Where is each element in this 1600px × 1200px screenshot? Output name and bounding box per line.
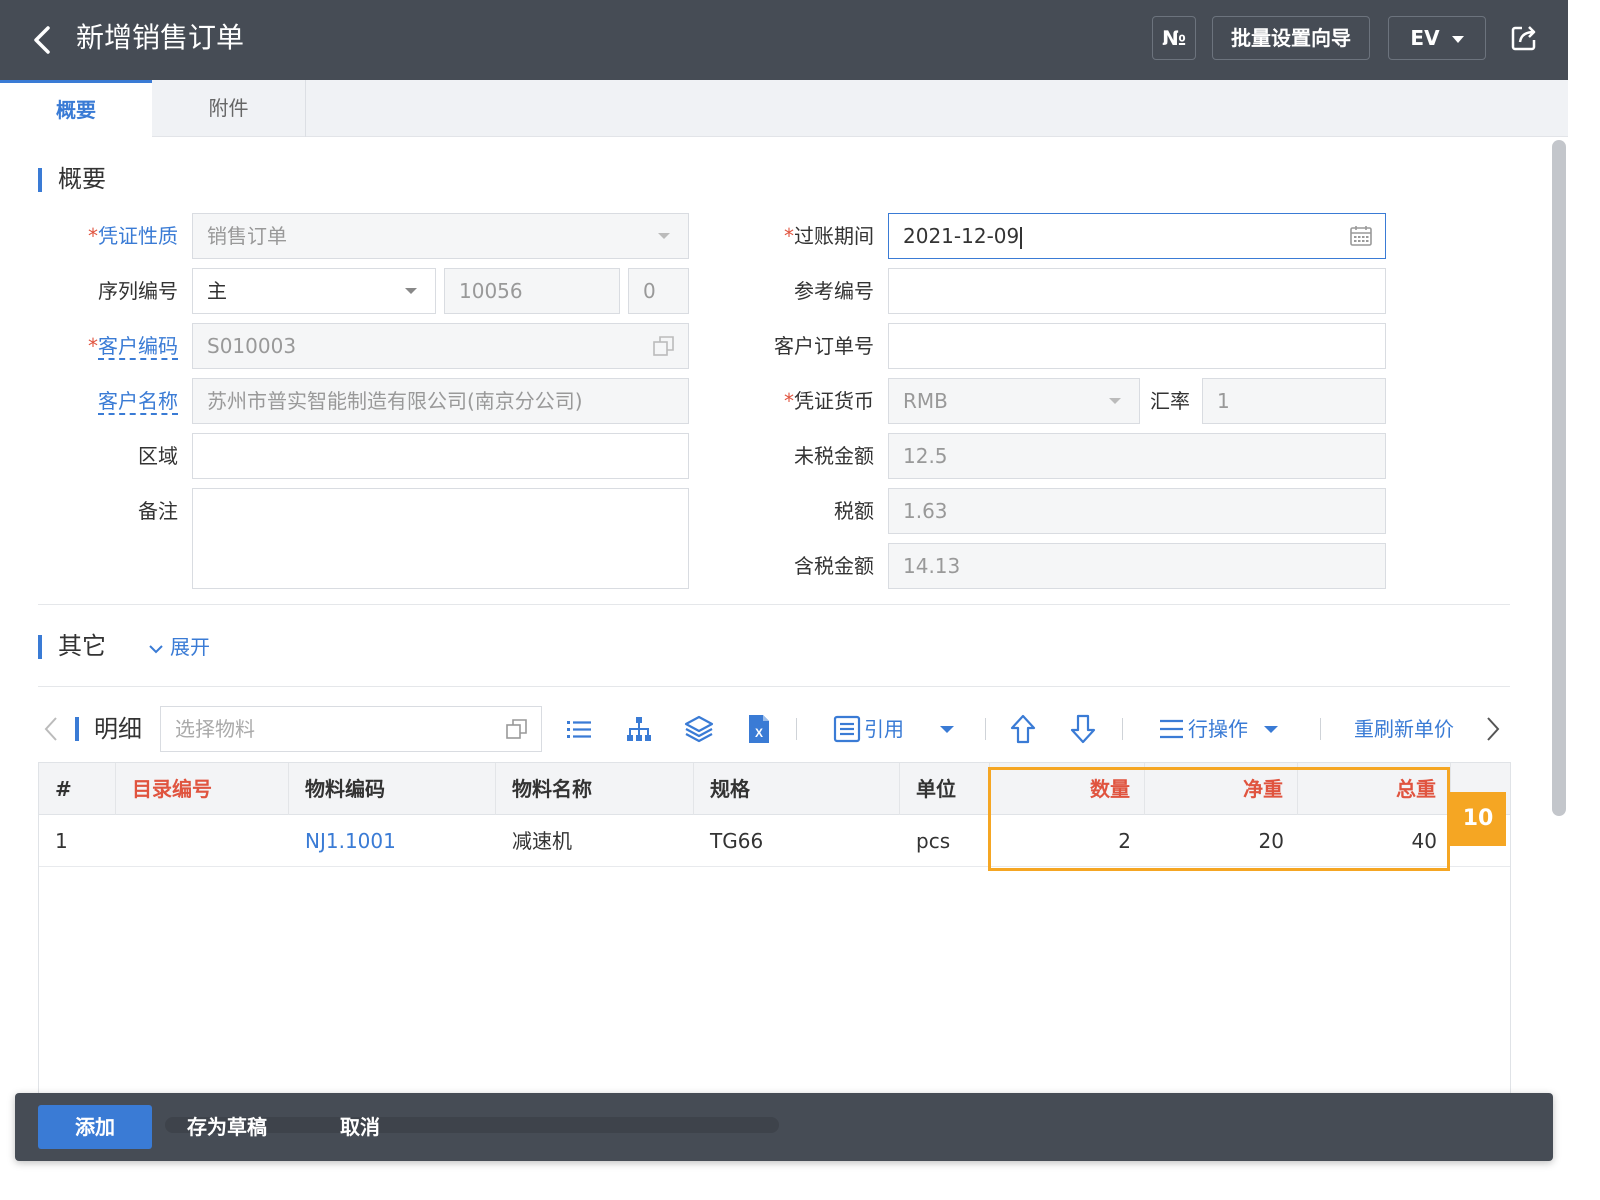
- expand-link[interactable]: 展开: [148, 632, 210, 662]
- chevron-down-icon: [658, 233, 670, 239]
- currency-label: *凭证货币: [784, 389, 874, 413]
- voucher-type-label: *凭证性质: [88, 224, 178, 248]
- save-draft-button[interactable]: 存为草稿: [187, 1105, 267, 1149]
- svg-text:X: X: [755, 726, 763, 740]
- annotation-highlight-box: [988, 767, 1450, 871]
- detail-title: 明细: [94, 715, 142, 743]
- cancel-button[interactable]: 取消: [340, 1105, 380, 1149]
- scroll-left-icon[interactable]: [42, 712, 62, 746]
- reference-doc-icon[interactable]: [830, 712, 864, 746]
- chevron-down-icon: [1109, 398, 1121, 404]
- cell-unit[interactable]: pcs: [916, 815, 950, 867]
- region-label: 区域: [138, 444, 178, 468]
- col-spec[interactable]: 规格: [694, 763, 900, 815]
- text-cursor: [1020, 226, 1022, 249]
- currency-select[interactable]: RMB: [888, 378, 1140, 424]
- other-section-title: 其它: [58, 632, 106, 660]
- reference-button[interactable]: 引用: [864, 712, 904, 746]
- customer-order-no-field[interactable]: [888, 323, 1386, 369]
- toolbar-separator: [1122, 718, 1123, 740]
- select-material-input[interactable]: 选择物料: [160, 706, 542, 752]
- copy-icon[interactable]: [652, 334, 676, 358]
- move-down-icon[interactable]: [1066, 712, 1100, 746]
- batch-setup-wizard-button[interactable]: 批量设置向导: [1212, 16, 1370, 60]
- reference-no-field[interactable]: [888, 268, 1386, 314]
- cell-index: 1: [55, 829, 68, 853]
- chevron-down-icon: [405, 288, 417, 294]
- caret-down-icon: [1451, 36, 1464, 43]
- number-button[interactable]: №: [1152, 16, 1196, 60]
- top-bar: 新增销售订单 № 批量设置向导 EV: [0, 0, 1600, 80]
- scroll-right-icon[interactable]: [1482, 712, 1502, 746]
- col-material-code[interactable]: 物料编码: [289, 763, 496, 815]
- window-edge: [1568, 0, 1600, 1200]
- section-divider: [38, 604, 1510, 605]
- col-material-name[interactable]: 物料名称: [496, 763, 694, 815]
- amount-with-tax-field: 14.13: [888, 543, 1386, 589]
- list-icon[interactable]: [562, 712, 596, 746]
- cell-spec[interactable]: TG66: [710, 815, 763, 867]
- amount-before-tax-field: 12.5: [888, 433, 1386, 479]
- tab-attachments[interactable]: 附件: [152, 80, 306, 137]
- bottom-action-bar: 添加 存为草稿 取消: [15, 1093, 1553, 1161]
- tab-overview[interactable]: 概要: [0, 80, 152, 137]
- hierarchy-icon[interactable]: [622, 712, 656, 746]
- tab-bar: 概要 附件: [0, 80, 1600, 137]
- section-accent-bar: [38, 168, 42, 192]
- overview-section-title: 概要: [58, 165, 106, 193]
- open-external-icon[interactable]: [1508, 22, 1540, 54]
- page-title: 新增销售订单: [76, 21, 245, 54]
- section-divider: [38, 686, 1510, 687]
- back-arrow-icon[interactable]: [28, 22, 58, 58]
- remark-textarea[interactable]: [192, 488, 689, 589]
- scrollbar-thumb[interactable]: [1552, 140, 1566, 816]
- section-accent-bar: [38, 635, 42, 659]
- serial-suffix-field: 0: [628, 268, 689, 314]
- customer-order-no-label: 客户订单号: [774, 334, 874, 358]
- cell-material-name[interactable]: 减速机: [512, 815, 572, 867]
- customer-code-label[interactable]: *客户编码: [60, 323, 178, 369]
- serial-label: 序列编号: [98, 279, 178, 303]
- amount-with-tax-label: 含税金额: [794, 554, 874, 578]
- serial-number-field: 10056: [444, 268, 620, 314]
- voucher-type-select[interactable]: 销售订单: [192, 213, 689, 259]
- posting-period-date-input[interactable]: 2021-12-09: [888, 213, 1386, 259]
- exchange-rate-field: 1: [1202, 378, 1386, 424]
- remark-label: 备注: [138, 499, 178, 523]
- serial-select[interactable]: 主: [192, 268, 436, 314]
- customer-name-label[interactable]: 客户名称: [60, 378, 178, 424]
- toolbar-separator: [796, 718, 797, 740]
- caret-down-icon[interactable]: [930, 712, 964, 746]
- refresh-unit-price-button[interactable]: 重刷新单价: [1354, 712, 1454, 746]
- customer-name-field: 苏州市普实智能制造有限公司(南京分公司): [192, 378, 689, 424]
- row-operations-button[interactable]: 行操作: [1188, 712, 1248, 746]
- section-accent-bar: [75, 717, 79, 741]
- col-unit[interactable]: 单位: [900, 763, 990, 815]
- copy-icon[interactable]: [505, 717, 529, 741]
- toolbar-separator: [985, 718, 986, 740]
- layers-icon[interactable]: [682, 712, 716, 746]
- amount-before-tax-label: 未税金额: [794, 444, 874, 468]
- menu-icon[interactable]: [1155, 712, 1189, 746]
- chevron-down-icon: [149, 644, 163, 653]
- reference-no-label: 参考编号: [794, 279, 874, 303]
- posting-period-label: *过账期间: [784, 224, 874, 248]
- tax-label: 税额: [834, 499, 874, 523]
- col-index: #: [39, 763, 116, 815]
- cell-material-code[interactable]: NJ1.1001: [305, 815, 396, 867]
- move-up-icon[interactable]: [1006, 712, 1040, 746]
- ev-dropdown-button[interactable]: EV: [1388, 16, 1486, 60]
- excel-icon[interactable]: X: [742, 712, 776, 746]
- exchange-rate-label: 汇率: [1150, 389, 1190, 413]
- ev-label: EV: [1410, 26, 1440, 50]
- annotation-callout-badge: 10: [1450, 792, 1506, 846]
- col-catalog-no[interactable]: 目录编号: [116, 763, 289, 815]
- calendar-icon[interactable]: [1349, 224, 1373, 248]
- tax-field: 1.63: [888, 488, 1386, 534]
- region-field[interactable]: [192, 433, 689, 479]
- add-button[interactable]: 添加: [38, 1105, 152, 1149]
- caret-down-icon[interactable]: [1254, 712, 1288, 746]
- customer-code-field[interactable]: S010003: [192, 323, 689, 369]
- toolbar-separator: [1320, 718, 1321, 740]
